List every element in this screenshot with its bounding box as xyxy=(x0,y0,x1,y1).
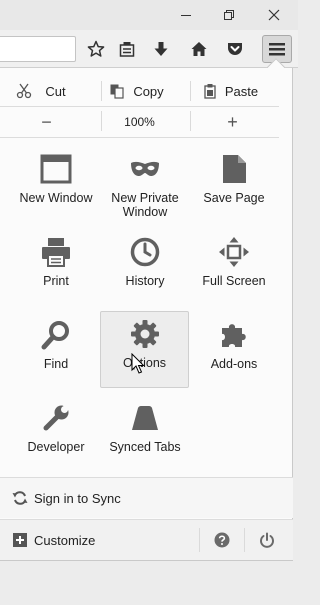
developer-button[interactable]: Developer xyxy=(12,395,100,471)
home-icon xyxy=(191,42,207,56)
printer-icon xyxy=(42,238,70,267)
synced-tabs-label: Synced Tabs xyxy=(109,440,181,454)
new-window-label: New Window xyxy=(19,191,93,205)
home-button[interactable] xyxy=(186,37,212,61)
url-bar[interactable] xyxy=(0,36,76,62)
customize-footer: Customize xyxy=(0,520,293,560)
new-private-window-label: New Private Window xyxy=(111,191,179,219)
restore-icon xyxy=(224,10,234,20)
cut-label: Cut xyxy=(45,83,66,99)
history-label: History xyxy=(125,274,165,288)
footer-divider xyxy=(199,528,200,552)
scissors-icon xyxy=(16,83,32,99)
zoom-divider xyxy=(190,111,191,131)
save-page-icon xyxy=(223,155,246,183)
footer-divider xyxy=(244,528,245,552)
save-page-button[interactable]: Save Page xyxy=(190,146,278,222)
bookmark-button[interactable] xyxy=(83,37,109,61)
edit-controls: Cut Copy Paste xyxy=(0,76,279,106)
copy-button[interactable]: Copy xyxy=(93,76,186,106)
customize-plus-icon xyxy=(13,533,27,547)
find-button[interactable]: Find xyxy=(12,312,100,388)
hamburger-menu-icon xyxy=(269,43,285,56)
downloads-icon xyxy=(154,42,168,56)
save-page-label: Save Page xyxy=(203,191,265,205)
window-titlebar xyxy=(0,0,298,30)
zoom-divider xyxy=(101,111,102,131)
reading-list-button[interactable] xyxy=(114,37,140,61)
new-window-button[interactable]: New Window xyxy=(12,146,100,222)
help-icon xyxy=(214,532,230,548)
zoom-in-button[interactable]: + xyxy=(186,108,279,136)
quit-power-icon xyxy=(260,532,274,548)
history-button[interactable]: History xyxy=(101,229,189,305)
minimize-button[interactable] xyxy=(170,4,202,26)
zoom-out-button[interactable]: − xyxy=(0,108,93,136)
full-screen-label: Full Screen xyxy=(202,274,266,288)
close-window-button[interactable] xyxy=(258,4,290,26)
wrench-icon xyxy=(43,402,72,431)
print-label: Print xyxy=(43,274,69,288)
synced-tabs-button[interactable]: Synced Tabs xyxy=(101,395,189,471)
sign-in-to-sync-button[interactable]: Sign in to Sync xyxy=(0,478,293,518)
synced-tabs-icon xyxy=(132,406,158,430)
customize-label: Customize xyxy=(34,533,96,548)
zoom-reset-button[interactable]: 100% xyxy=(93,108,186,136)
restore-button[interactable] xyxy=(213,4,245,26)
close-icon xyxy=(268,9,280,21)
copy-icon xyxy=(110,84,124,99)
full-screen-button[interactable]: Full Screen xyxy=(190,229,278,305)
navigation-toolbar xyxy=(0,30,298,68)
paste-button[interactable]: Paste xyxy=(186,76,279,106)
print-button[interactable]: Print xyxy=(12,229,100,305)
downloads-button[interactable] xyxy=(148,37,174,61)
customize-button[interactable]: Customize xyxy=(0,520,198,560)
gear-icon xyxy=(130,320,159,348)
magnifier-icon xyxy=(41,321,69,350)
separator xyxy=(0,106,279,107)
find-label: Find xyxy=(43,357,69,371)
puzzle-piece-icon xyxy=(222,324,246,347)
new-window-icon xyxy=(40,154,72,184)
minimize-icon xyxy=(181,15,191,16)
copy-label: Copy xyxy=(133,83,164,99)
cut-button[interactable]: Cut xyxy=(0,76,93,106)
quit-button[interactable] xyxy=(256,529,278,551)
edit-divider xyxy=(190,81,191,101)
paste-label: Paste xyxy=(224,83,259,99)
sync-icon xyxy=(12,491,28,505)
help-button[interactable] xyxy=(211,529,233,551)
bookmark-star-icon xyxy=(87,40,105,57)
private-mask-icon xyxy=(131,161,159,176)
zoom-controls: − 100% + xyxy=(0,108,279,136)
full-screen-icon xyxy=(219,237,249,267)
pocket-button[interactable] xyxy=(222,37,248,61)
add-ons-label: Add-ons xyxy=(210,357,258,371)
edit-divider xyxy=(101,81,102,101)
developer-label: Developer xyxy=(27,440,85,454)
clock-history-icon xyxy=(130,237,160,267)
main-menu-panel: Cut Copy Paste − 100% + New Window New P… xyxy=(0,68,293,561)
pocket-icon xyxy=(228,43,242,55)
separator xyxy=(0,137,279,138)
paste-icon xyxy=(204,84,216,99)
new-private-window-button[interactable]: New Private Window xyxy=(101,146,189,222)
add-ons-button[interactable]: Add-ons xyxy=(190,312,278,388)
sign-in-label: Sign in to Sync xyxy=(34,491,121,506)
options-button[interactable]: Options xyxy=(100,311,189,388)
reading-list-icon xyxy=(119,42,135,57)
mouse-cursor-icon xyxy=(131,353,145,374)
